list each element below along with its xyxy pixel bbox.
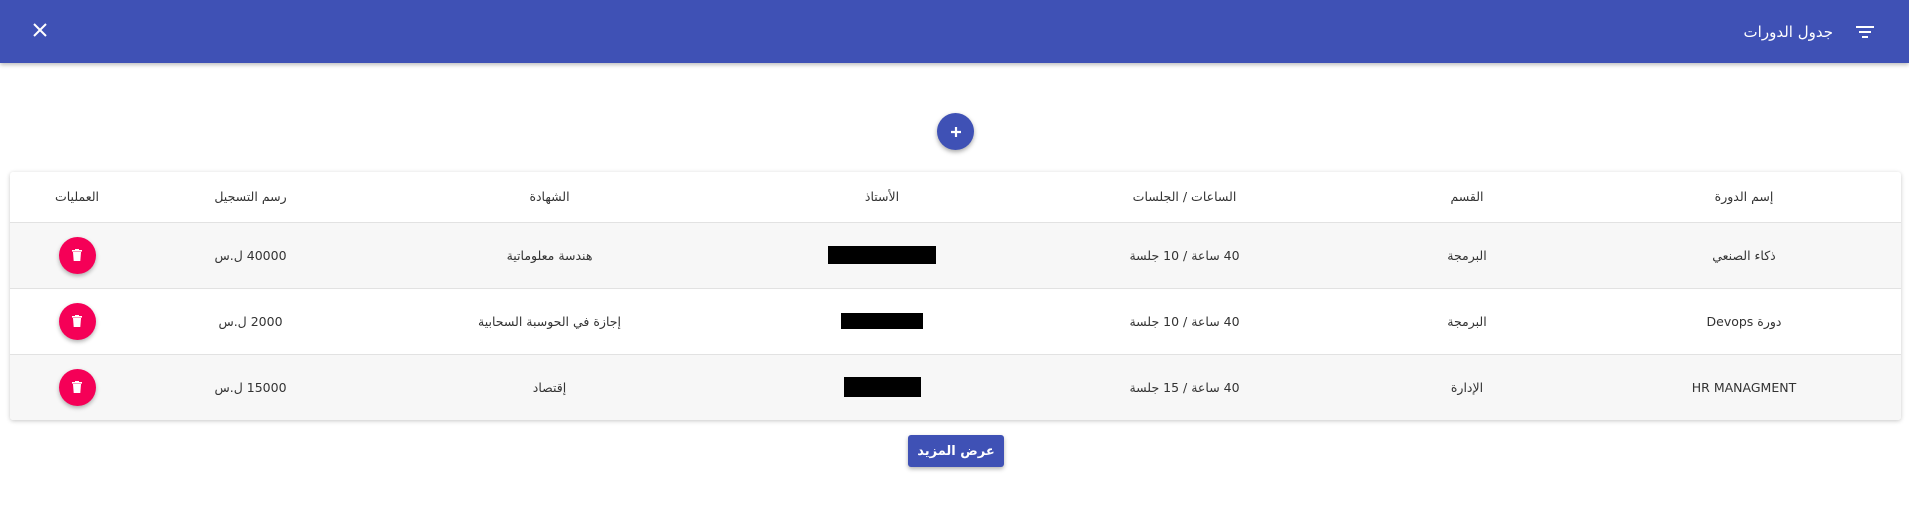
filter-button[interactable] xyxy=(1851,18,1879,46)
courses-table: إسم الدورة القسم الساعات / الجلسات الأست… xyxy=(10,172,1901,420)
page-title: جدول الدورات xyxy=(1743,22,1833,41)
redacted-instructor xyxy=(841,313,923,330)
redacted-instructor xyxy=(828,246,936,264)
header-instructor: الأستاذ xyxy=(742,172,1022,223)
header-department: القسم xyxy=(1347,172,1587,223)
delete-button[interactable] xyxy=(58,302,96,340)
header-operations: العمليات xyxy=(10,172,144,223)
cell-course-name: HR MANAGMENT xyxy=(1691,379,1797,395)
trash-icon xyxy=(72,249,82,261)
cell-operations xyxy=(10,222,144,288)
table-row: ذكاء الصنعي البرمجة 40 ساعة / 10 جلسة هن… xyxy=(10,222,1901,288)
add-course-button[interactable] xyxy=(937,113,974,150)
courses-table-card: إسم الدورة القسم الساعات / الجلسات الأست… xyxy=(10,172,1901,420)
header-fee: رسم التسجيل xyxy=(144,172,357,223)
table-row: HR MANAGMENT الإدارة 40 ساعة / 15 جلسة إ… xyxy=(10,354,1901,420)
table-header-row: إسم الدورة القسم الساعات / الجلسات الأست… xyxy=(10,172,1901,223)
cell-fee: 40000 ل.س xyxy=(214,247,287,263)
show-more-button[interactable]: عرض المزيد xyxy=(908,435,1004,467)
title-group: جدول الدورات xyxy=(1744,0,1879,63)
cell-fee: 15000 ل.س xyxy=(214,379,287,395)
cell-operations xyxy=(10,288,144,354)
cell-operations xyxy=(10,354,144,420)
table-row: دورة Devops البرمجة 40 ساعة / 10 جلسة إج… xyxy=(10,288,1901,354)
cell-hours-sessions: 40 ساعة / 15 جلسة xyxy=(1129,379,1240,395)
cell-fee: 2000 ل.س xyxy=(218,313,283,329)
trash-icon xyxy=(72,315,82,327)
cell-department: البرمجة xyxy=(1447,247,1487,263)
cell-course-name: ذكاء الصنعي xyxy=(1712,247,1776,263)
cell-hours-sessions: 40 ساعة / 10 جلسة xyxy=(1129,247,1240,263)
plus-icon xyxy=(950,126,961,137)
cell-instructor xyxy=(742,288,1022,354)
cell-instructor xyxy=(742,222,1022,288)
cell-department: البرمجة xyxy=(1447,313,1487,329)
header-hours-sessions: الساعات / الجلسات xyxy=(1022,172,1347,223)
close-icon xyxy=(33,23,47,37)
close-button[interactable] xyxy=(24,14,56,46)
app-bar: جدول الدورات xyxy=(0,0,1909,63)
filter-icon xyxy=(1856,25,1874,38)
redacted-instructor xyxy=(843,377,921,397)
cell-hours-sessions: 40 ساعة / 10 جلسة xyxy=(1129,313,1240,329)
header-certificate: الشهادة xyxy=(357,172,742,223)
trash-icon xyxy=(72,381,82,393)
cell-certificate: إقتصاد xyxy=(532,379,567,395)
cell-certificate: هندسة معلوماتية xyxy=(506,247,593,263)
cell-course-name: دورة Devops xyxy=(1706,313,1782,329)
delete-button[interactable] xyxy=(58,368,96,406)
cell-instructor xyxy=(742,354,1022,420)
delete-button[interactable] xyxy=(58,236,96,274)
cell-department: الإدارة xyxy=(1450,379,1484,395)
cell-certificate: إجازة في الحوسبة السحابية xyxy=(478,313,621,329)
header-course-name: إسم الدورة xyxy=(1587,172,1901,223)
